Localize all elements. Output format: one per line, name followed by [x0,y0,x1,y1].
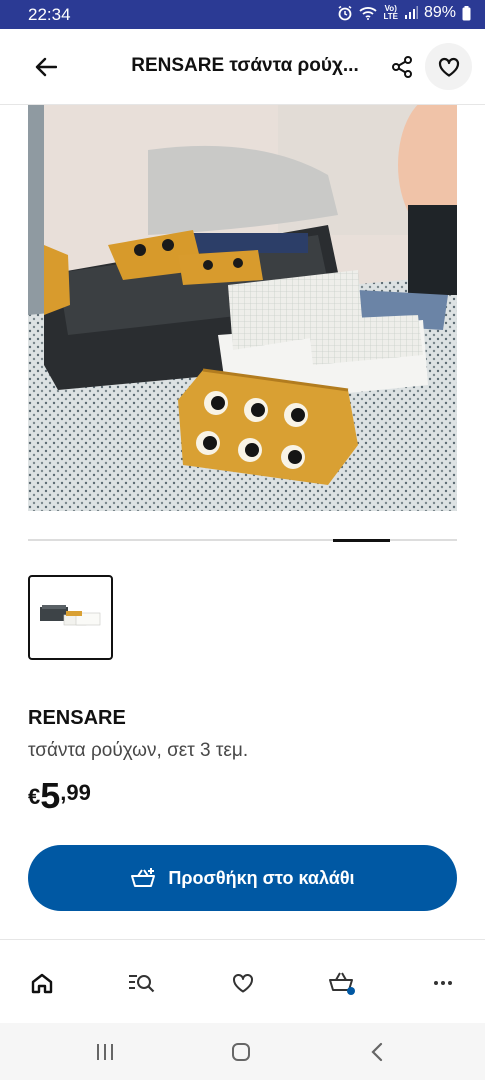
thumbnail-image [40,605,101,626]
recent-apps-button[interactable] [91,1039,119,1065]
tab-cart[interactable] [328,968,358,998]
battery-icon [462,5,471,21]
product-photo [28,105,457,511]
tab-favorites[interactable] [228,968,258,998]
battery-percent: 89% [423,4,456,21]
wifi-icon [359,6,378,20]
alarm-icon [337,5,353,21]
system-back-button[interactable] [363,1039,391,1065]
carousel-track [28,539,457,541]
price-integer: 5 [40,775,61,816]
cart-icon [329,972,355,995]
product-description: τσάντα ρούχων, σετ 3 τεμ. [28,740,249,761]
cart-add-icon [131,868,156,887]
add-to-cart-button[interactable]: Προσθήκη στο καλάθι [28,845,457,911]
heart-icon [438,57,459,77]
status-bar: 22:34 Vo) LTE 89% [0,0,485,29]
home-icon [31,973,53,994]
share-icon [392,56,412,78]
back-button[interactable] [28,51,64,83]
carousel-indicator [333,539,390,542]
product-name: RENSARE [28,707,126,729]
heart-icon [233,973,253,993]
recent-apps-icon [97,1044,113,1060]
price-currency: € [28,784,41,809]
volte-label: Vo) LTE [383,4,398,21]
price-decimal: ,99 [60,780,91,805]
favorite-button[interactable] [425,43,472,90]
tab-home[interactable] [27,968,57,998]
tab-more[interactable] [428,968,458,998]
more-icon [434,981,452,985]
status-time: 22:34 [28,5,71,24]
status-icons: Vo) LTE 89% [337,4,471,22]
app-header: RENSARE τσάντα ρούχ... [0,29,485,105]
arrow-left-icon [35,57,57,77]
share-button[interactable] [386,51,418,83]
product-hero-image[interactable] [28,105,457,511]
tab-search[interactable] [127,968,157,998]
page-title: RENSARE τσάντα ρούχ... [131,55,359,76]
home-button[interactable] [227,1039,255,1065]
product-thumbnail[interactable] [28,575,113,660]
search-list-icon [129,975,155,993]
system-nav-bar [0,1023,485,1080]
bottom-tab-bar [0,939,485,1023]
signal-icon [404,6,418,20]
add-to-cart-label: Προσθήκη στο καλάθι [168,867,355,888]
home-circle-icon [232,1043,250,1061]
product-price: € 5 ,99 [28,776,91,816]
chevron-left-icon [371,1042,383,1062]
